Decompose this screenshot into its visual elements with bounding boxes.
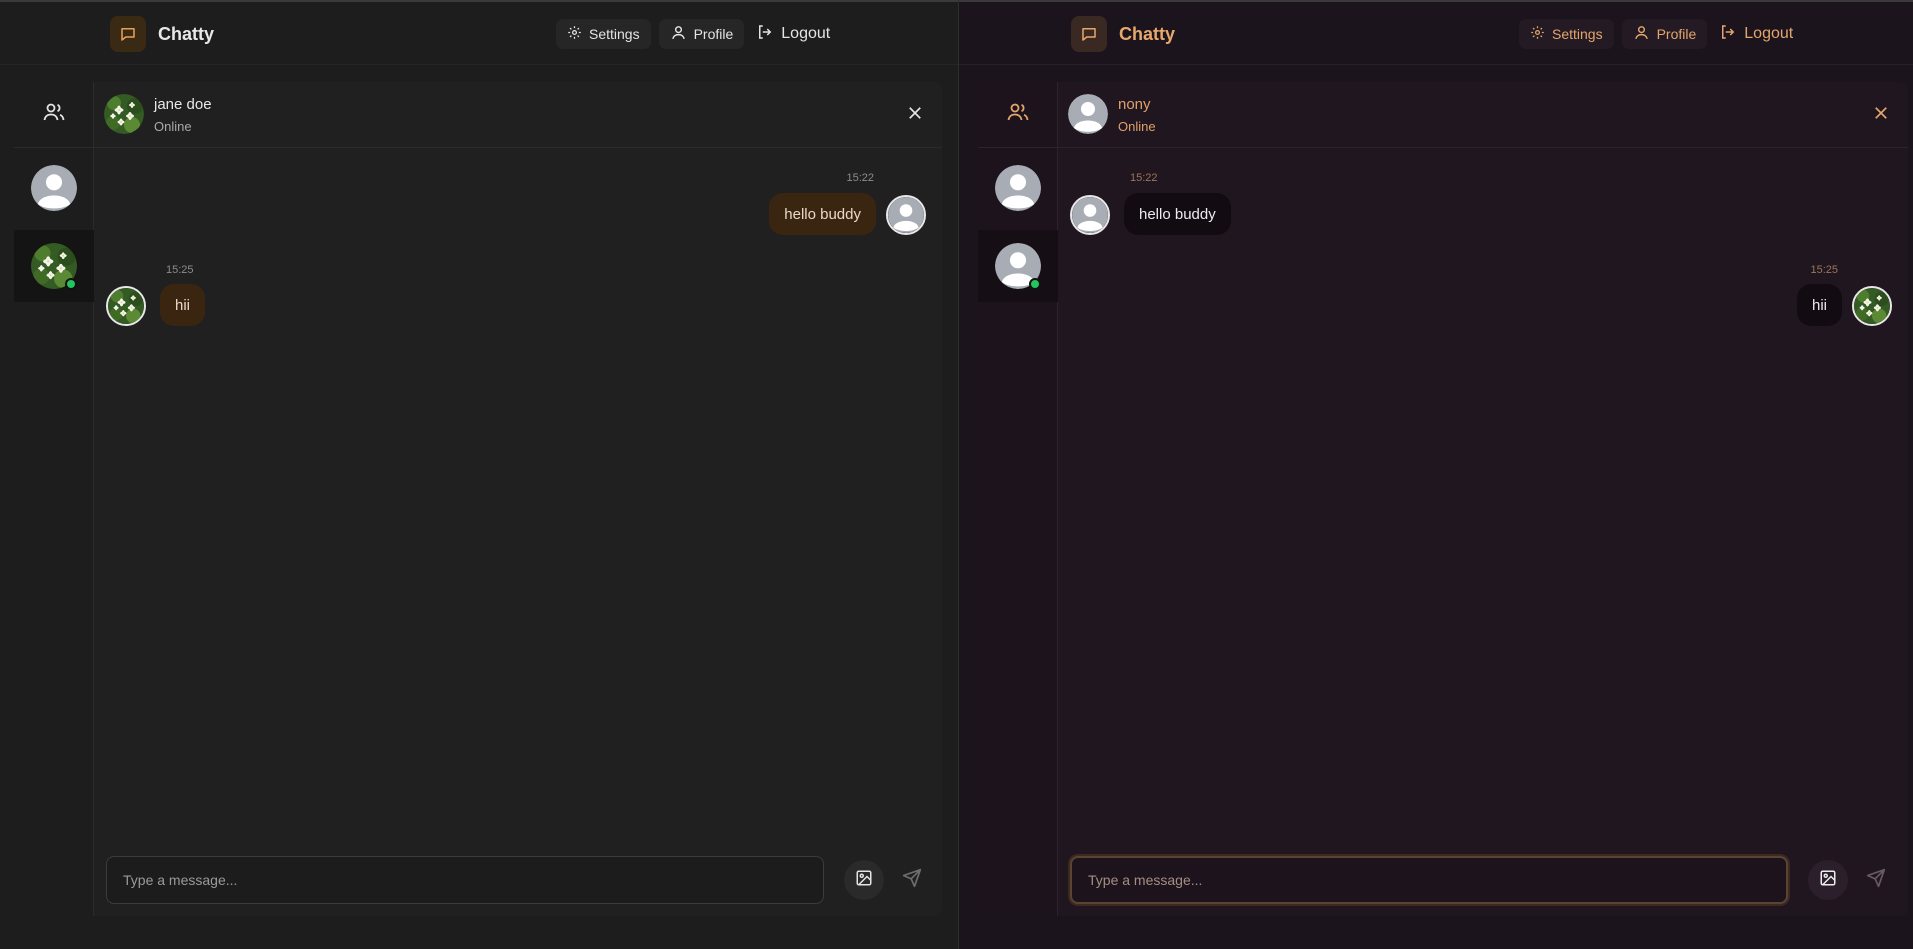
user-icon [1633,24,1650,44]
users-icon[interactable] [42,100,66,129]
message-time: 15:22 [846,172,874,184]
logout-button[interactable]: Logout [752,19,834,49]
chat-container: jane doe Online 15:22 hello buddy 15:25 … [14,82,942,916]
online-indicator [1029,278,1041,290]
message-time: 15:25 [166,264,194,276]
message-composer [106,856,930,906]
profile-button[interactable]: Profile [1621,19,1708,49]
gear-icon [1530,25,1545,43]
message-composer [1070,856,1896,906]
contacts-header [978,82,1057,148]
avatar [104,94,144,134]
message-bubble: hii [1796,284,1842,326]
image-icon [1819,869,1837,892]
settings-button[interactable]: Settings [556,19,651,49]
profile-label: Profile [1656,26,1697,42]
avatar [1852,286,1892,326]
chat-header: nony Online [1058,82,1908,148]
image-icon [855,869,873,892]
online-indicator [65,278,77,290]
logout-icon [1719,23,1737,46]
logout-button[interactable]: Logout [1715,19,1797,49]
profile-button[interactable]: Profile [658,19,745,49]
avatar [995,165,1041,211]
message-input[interactable] [1070,856,1788,904]
brand-link[interactable]: Chatty [110,16,214,52]
settings-button[interactable]: Settings [1519,19,1614,49]
close-icon [1872,104,1890,127]
message-time: 15:25 [1810,264,1838,276]
message-bubble: hello buddy [769,193,876,235]
send-button[interactable] [892,860,932,900]
chat-header: jane doe Online [94,82,942,148]
close-icon [906,104,924,127]
top-navbar: Chatty Settings Profile Logout [959,2,1913,65]
contact-name: jane doe [154,96,212,113]
contacts-header [14,82,93,148]
message-bubble: hello buddy [1124,193,1231,235]
gear-icon [567,25,582,43]
close-chat-button[interactable] [1868,102,1894,128]
logout-icon [756,23,774,46]
contact-item[interactable] [14,152,94,224]
contact-status: Online [154,119,192,134]
message-input[interactable] [106,856,824,904]
chat-icon [1071,16,1107,52]
contact-name: nony [1118,96,1151,113]
contacts-sidebar [14,82,94,916]
avatar [31,165,77,211]
settings-label: Settings [589,26,640,42]
app-name: Chatty [1119,23,1176,44]
attach-image-button[interactable] [1808,860,1848,900]
contact-item-active[interactable] [978,230,1058,302]
logout-label: Logout [781,25,831,42]
avatar [886,195,926,235]
chat-main: nony Online 15:22 hello buddy 15:25 hii [1058,82,1908,916]
chat-container: nony Online 15:22 hello buddy 15:25 hii [978,82,1908,916]
chat-main: jane doe Online 15:22 hello buddy 15:25 … [94,82,942,916]
chat-icon [110,16,146,52]
user-icon [670,24,687,44]
nav-actions: Settings Profile Logout [1519,19,1797,49]
users-icon[interactable] [1006,100,1030,129]
close-chat-button[interactable] [902,102,928,128]
contacts-sidebar [978,82,1058,916]
left-window: Chatty Settings Profile Logout jane doe … [0,0,958,949]
app-name: Chatty [158,23,215,44]
contact-item[interactable] [978,152,1058,224]
settings-label: Settings [1552,26,1603,42]
send-icon [902,868,922,893]
nav-actions: Settings Profile Logout [556,19,834,49]
message-time: 15:22 [1130,172,1158,184]
right-window: Chatty Settings Profile Logout nony Onli… [958,0,1913,949]
contact-item-active[interactable] [14,230,94,302]
profile-label: Profile [693,26,734,42]
top-navbar: Chatty Settings Profile Logout [0,2,958,65]
message-bubble: hii [160,284,206,326]
avatar [1068,94,1108,134]
send-button[interactable] [1856,860,1896,900]
attach-image-button[interactable] [844,860,884,900]
send-icon [1866,868,1886,893]
avatar [106,286,146,326]
brand-link[interactable]: Chatty [1071,16,1175,52]
logout-label: Logout [1744,25,1794,42]
contact-status: Online [1118,119,1156,134]
avatar [1070,195,1110,235]
